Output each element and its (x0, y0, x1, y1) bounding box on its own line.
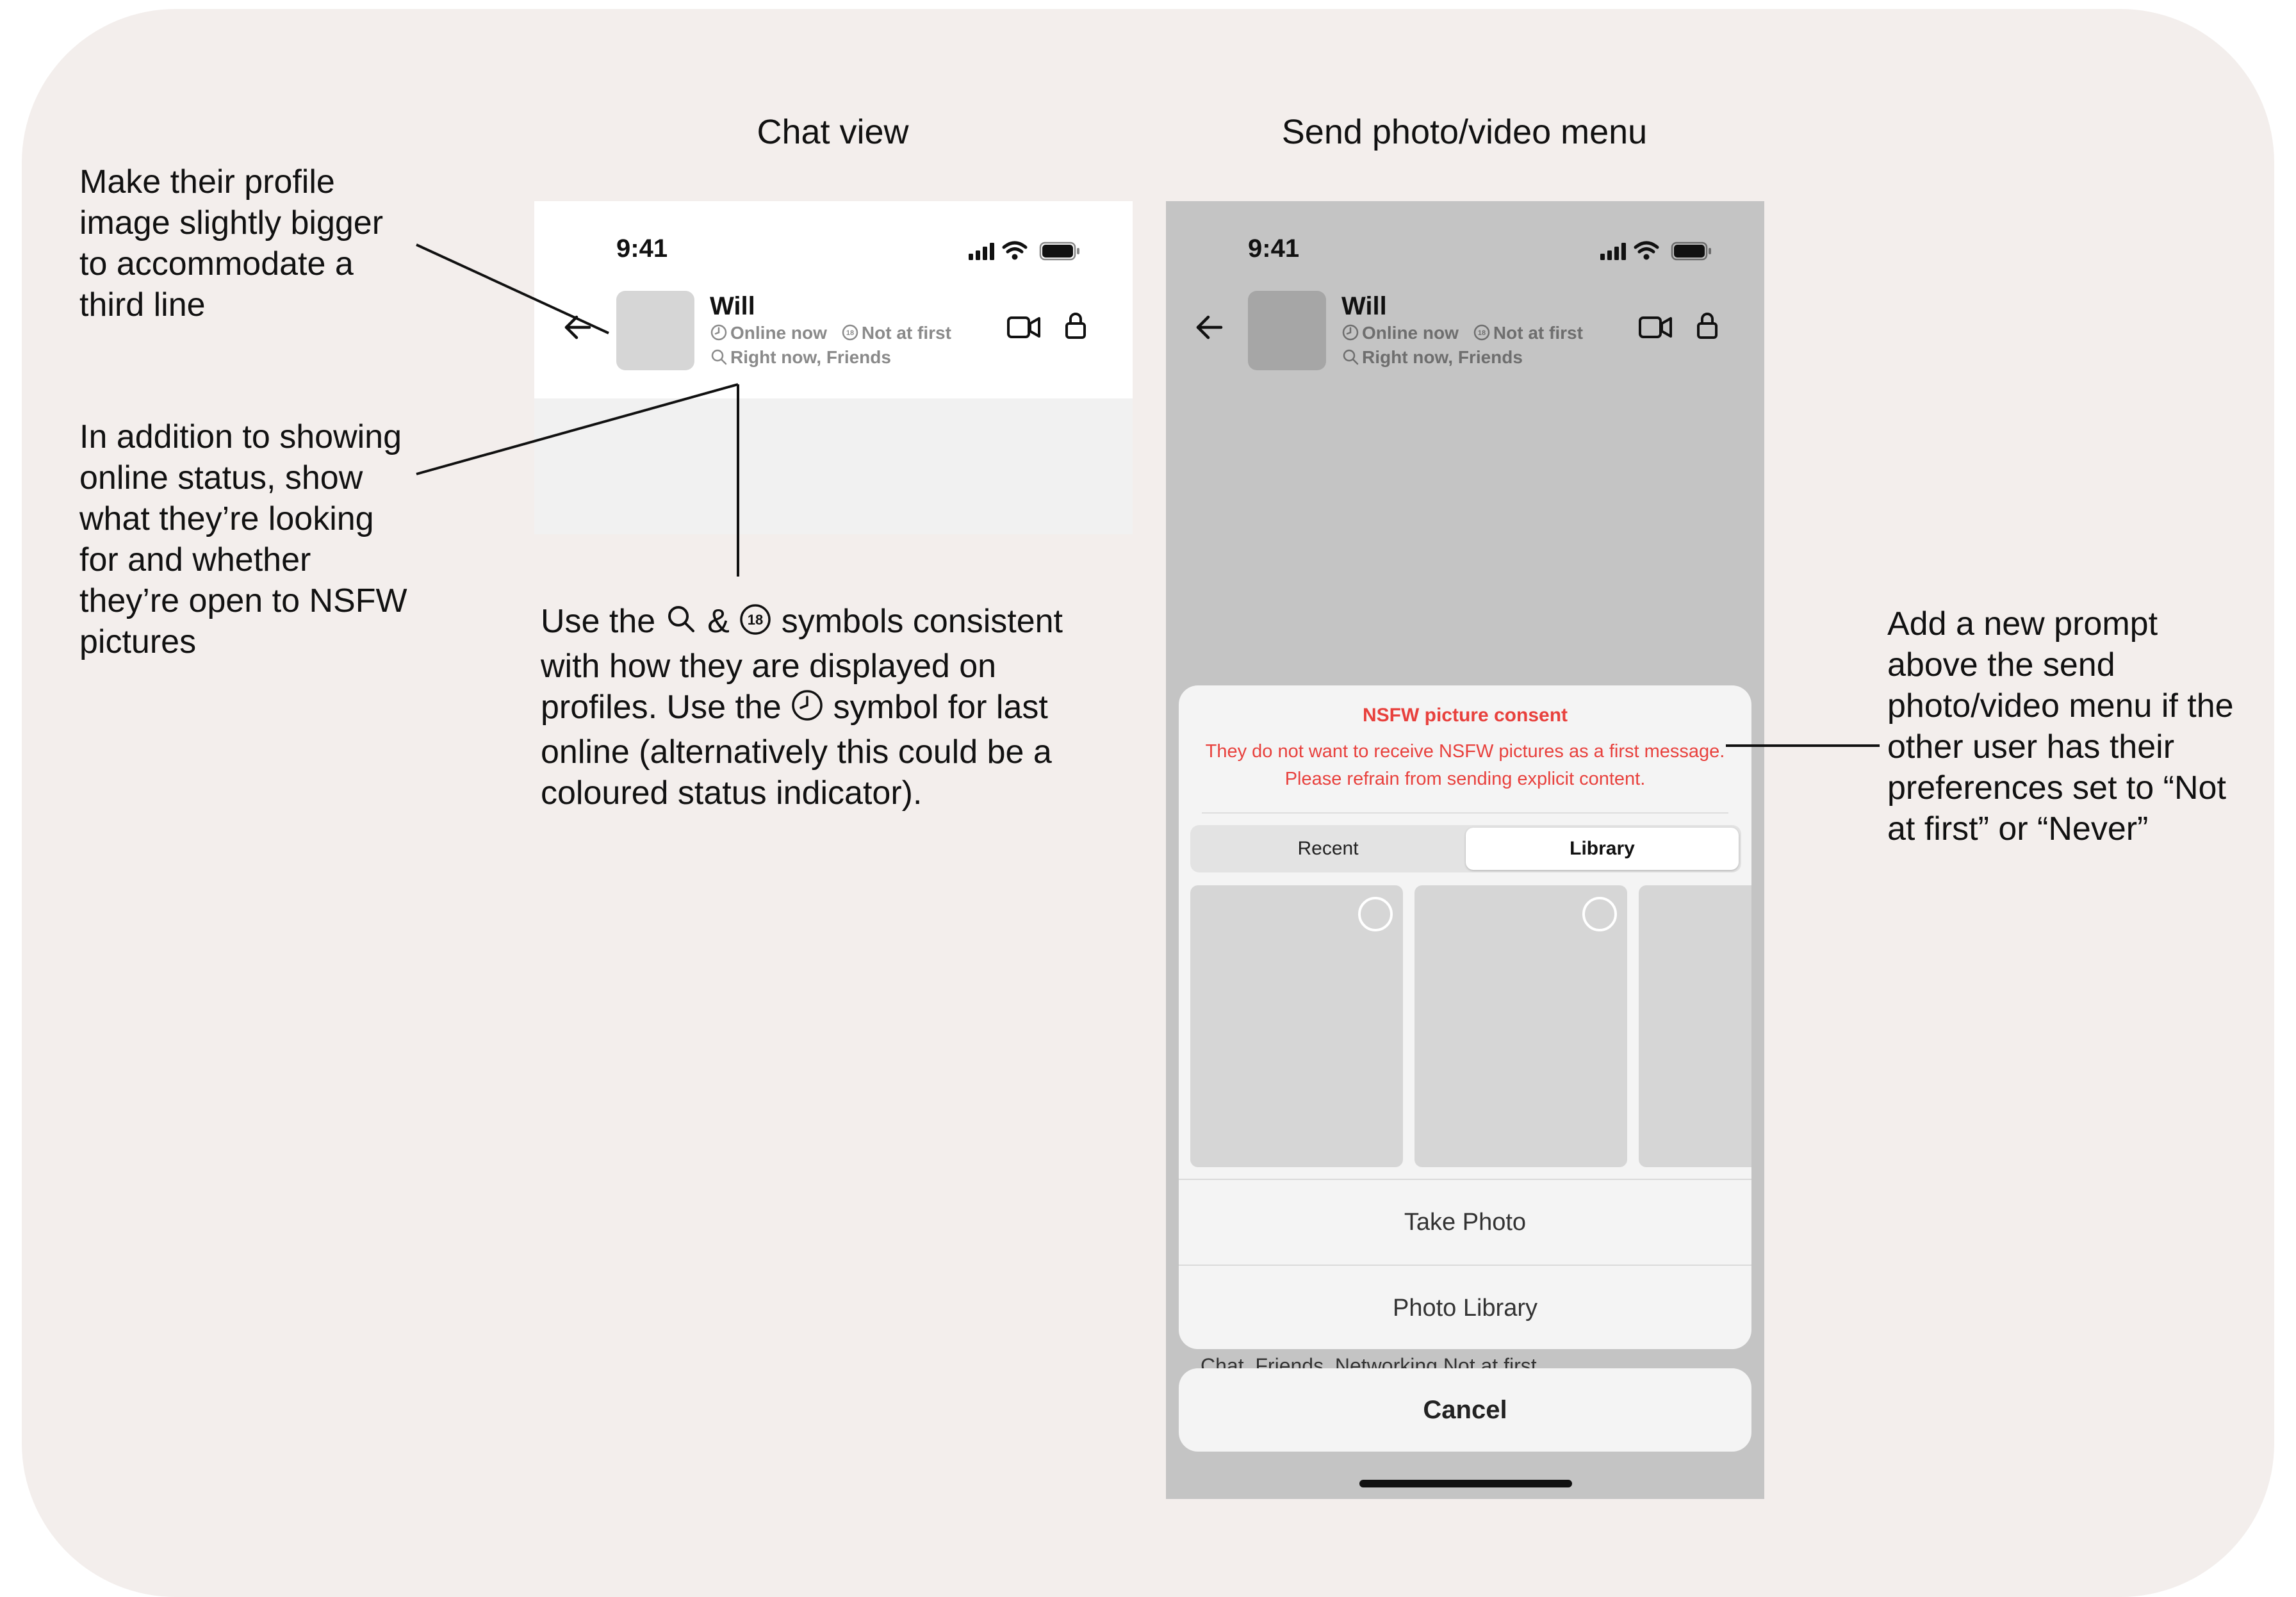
status-bar: 9:41 (1166, 201, 1764, 265)
status-line: Online now 18 Not at first (1341, 323, 1583, 343)
age-18-icon: 18 (739, 603, 772, 646)
divider (1202, 812, 1728, 814)
heading-chat-view: Chat view (757, 113, 909, 151)
photo-action-sheet: NSFW picture consent They do not want to… (1179, 685, 1751, 1349)
online-status-text: Online now (1362, 323, 1459, 343)
online-status-text: Online now (730, 323, 827, 343)
nsfw-pref-text: Not at first (861, 323, 951, 343)
annotation-online-status: In addition to showing online status, sh… (79, 418, 407, 660)
take-photo-button[interactable]: Take Photo (1179, 1180, 1751, 1265)
status-line: Online now 18 Not at first (710, 323, 951, 343)
back-arrow-icon[interactable] (562, 313, 593, 345)
lock-icon[interactable] (1065, 311, 1086, 343)
status-bar-icons (1600, 241, 1711, 261)
svg-text:18: 18 (846, 329, 854, 337)
chat-view-phone: 9:41 Will Online now 18 Not at first Right… (534, 201, 1133, 534)
status-bar-icons (969, 241, 1079, 261)
cancel-button[interactable]: Cancel (1179, 1368, 1751, 1452)
contact-name: Will (1341, 292, 1387, 320)
status-bar: 9:41 (534, 201, 1133, 265)
status-icons (1600, 241, 1714, 265)
annotation-profile-image: Make their profile image slightly bigger… (79, 163, 384, 323)
age-18-icon: 18 (842, 324, 858, 341)
search-icon (665, 603, 698, 646)
back-arrow-icon[interactable] (1194, 313, 1225, 345)
age-18-icon: 18 (1473, 324, 1490, 341)
annotation-symbols: Use the & 18 symbols consistent with how… (541, 601, 1104, 814)
tab-library[interactable]: Library (1466, 828, 1739, 870)
svg-text:18: 18 (748, 612, 763, 628)
chat-header: Will Online now 18 Not at first Right now,… (534, 265, 1133, 398)
looking-for-line: Right now, Friends (1341, 347, 1523, 368)
avatar[interactable] (1248, 291, 1326, 370)
video-call-icon[interactable] (1007, 315, 1040, 343)
photo-thumbnail[interactable] (1414, 885, 1627, 1167)
status-time: 9:41 (616, 234, 668, 263)
home-indicator (1359, 1480, 1572, 1487)
nsfw-consent-title: NSFW picture consent (1362, 705, 1568, 726)
photo-thumbnail[interactable] (1190, 885, 1403, 1167)
heading-send-menu: Send photo/video menu (1281, 113, 1648, 151)
annotation-new-prompt: Add a new prompt above the send photo/vi… (1887, 605, 2234, 848)
clock-icon (1342, 324, 1359, 341)
tab-recent[interactable]: Recent (1190, 825, 1466, 872)
looking-for-text: Right now, Friends (730, 347, 891, 367)
search-icon (1343, 349, 1359, 365)
clock-icon (791, 689, 824, 732)
looking-for-text: Right now, Friends (1362, 347, 1523, 367)
annotation-symbols-part1: Use the (541, 603, 656, 640)
looking-for-line: Right now, Friends (710, 347, 891, 368)
segmented-control: Recent Library (1190, 825, 1741, 872)
svg-text:18: 18 (1478, 329, 1486, 337)
annotation-symbols-and: & (707, 603, 730, 640)
photo-thumbnail[interactable] (1639, 885, 1751, 1167)
status-icons (969, 241, 1083, 265)
video-call-icon[interactable] (1639, 315, 1672, 343)
avatar[interactable] (616, 291, 694, 370)
status-time: 9:41 (1248, 234, 1300, 263)
clock-icon (710, 324, 727, 341)
photo-library-button[interactable]: Photo Library (1179, 1266, 1751, 1349)
select-circle-icon[interactable] (1358, 897, 1393, 931)
nsfw-consent-message: They do not want to receive NSFW picture… (1205, 741, 1725, 789)
send-menu-phone: 9:41 Will Online now 18 Not at first Right… (1166, 201, 1764, 1499)
contact-name: Will (710, 292, 755, 320)
search-icon (711, 349, 727, 365)
lock-icon[interactable] (1696, 311, 1718, 343)
select-circle-icon[interactable] (1582, 897, 1617, 931)
chat-header: Will Online now 18 Not at first Right now,… (1166, 265, 1764, 398)
nsfw-pref-text: Not at first (1493, 323, 1583, 343)
